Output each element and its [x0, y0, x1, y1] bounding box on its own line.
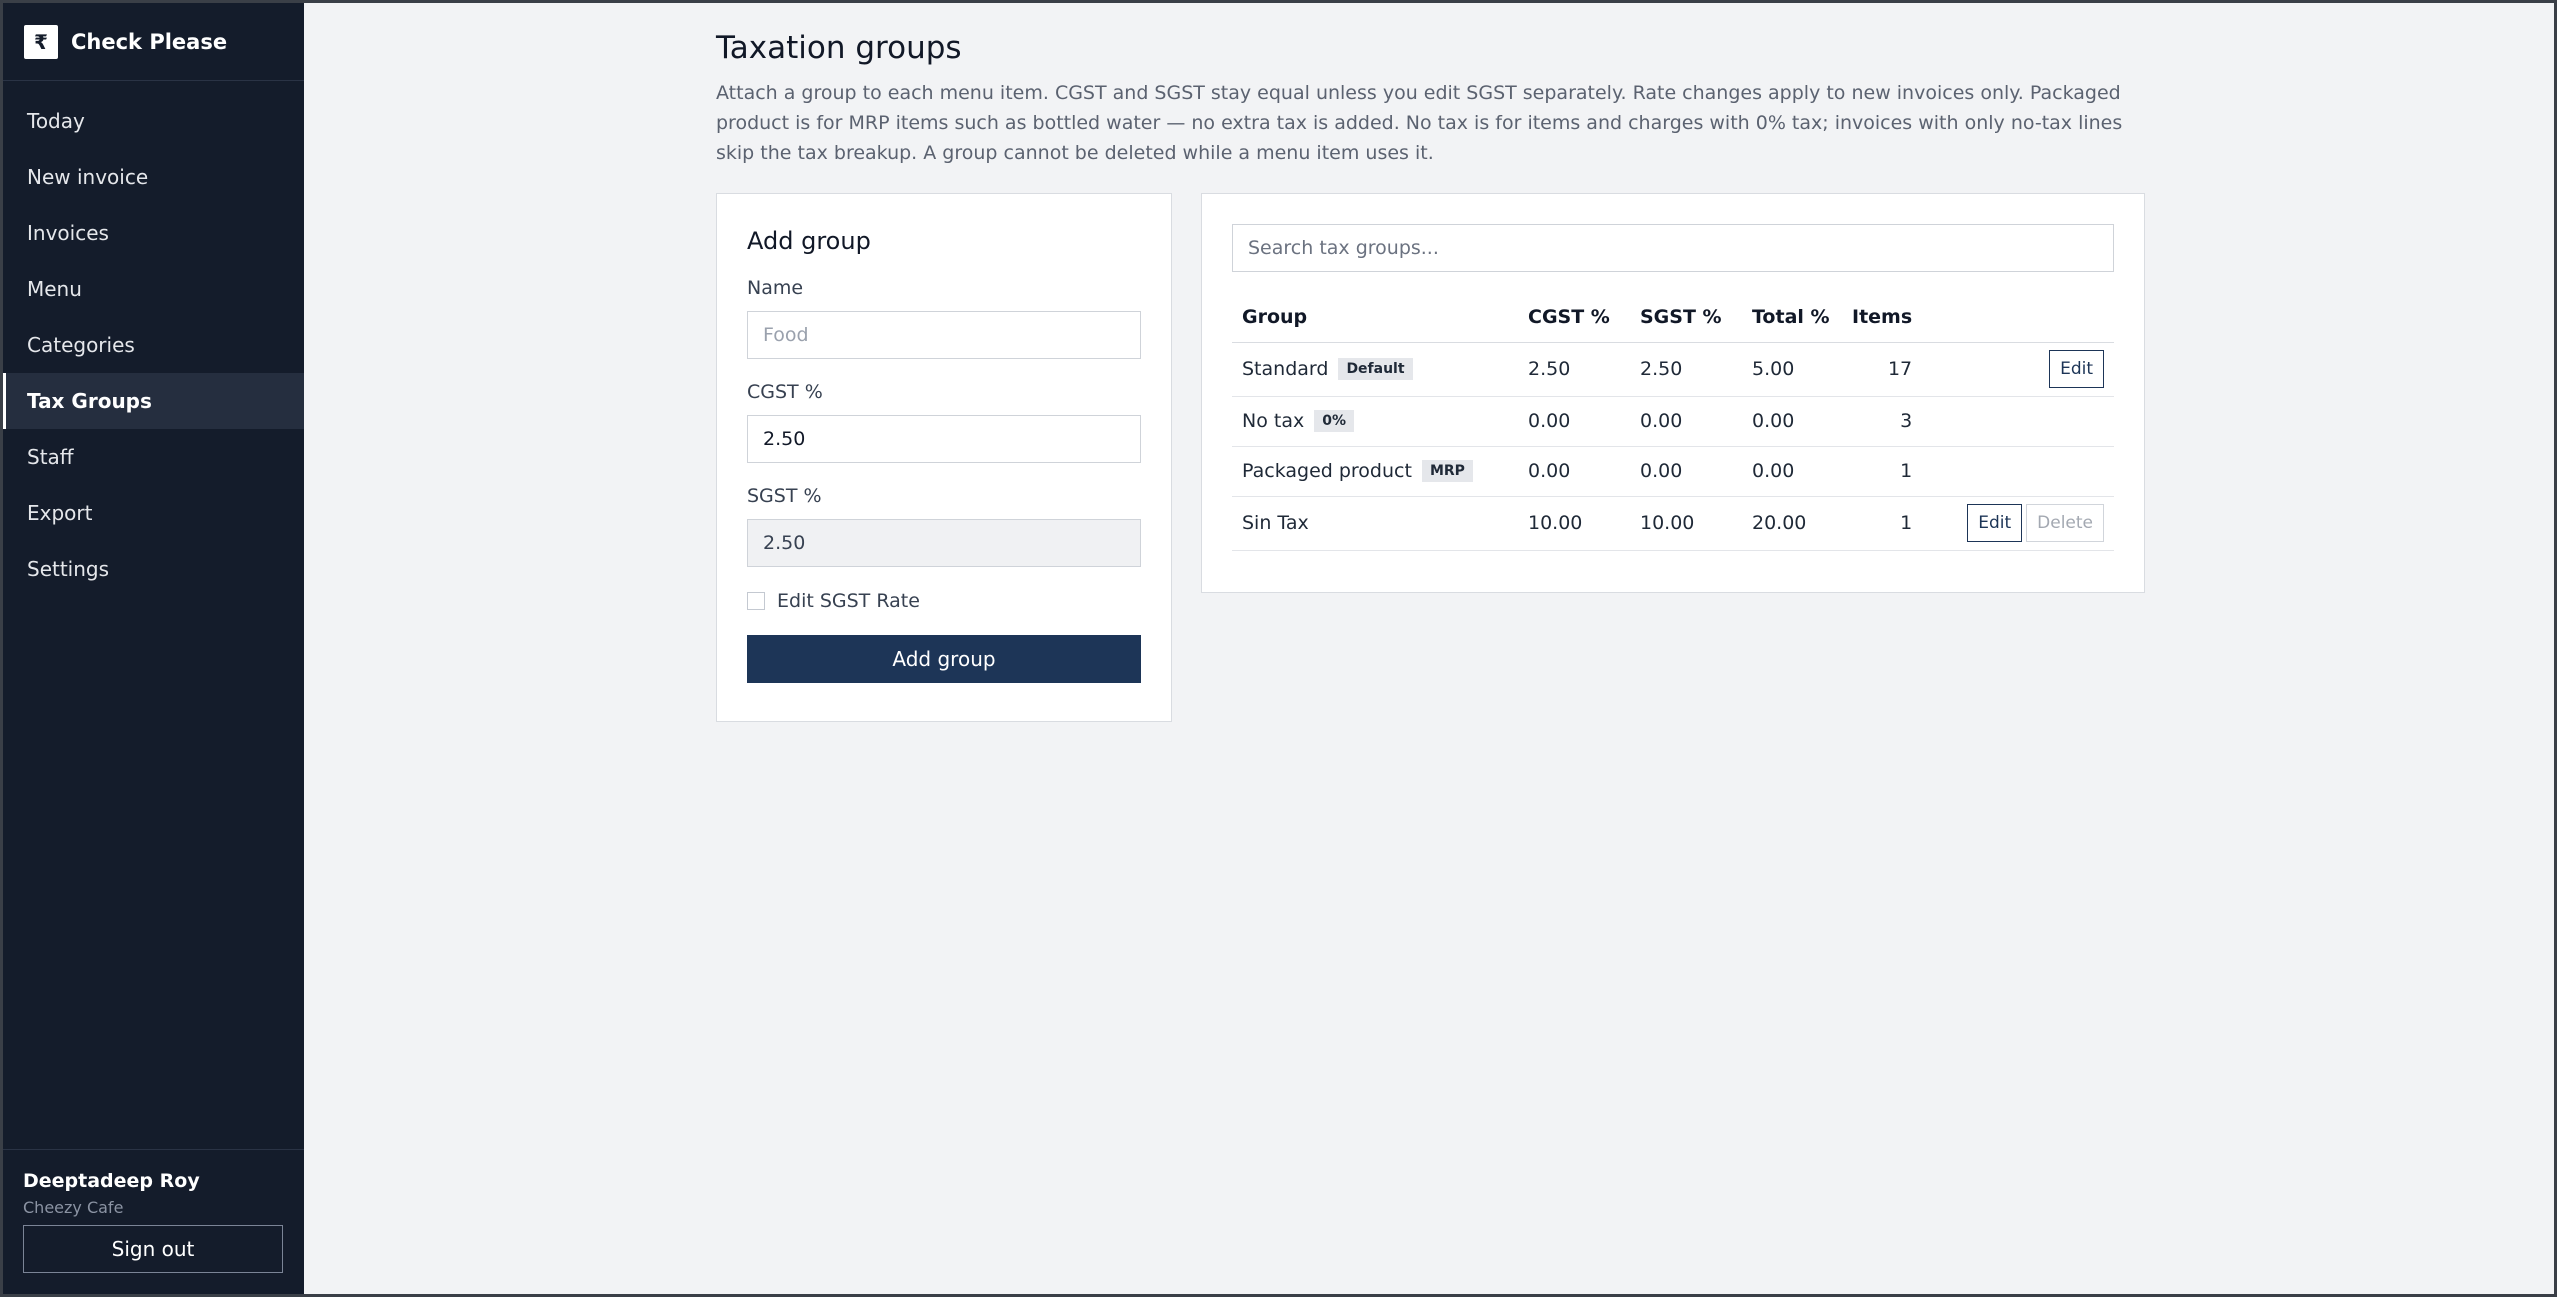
sidebar-item-new-invoice[interactable]: New invoice — [3, 149, 304, 205]
actions-cell — [1922, 396, 2114, 447]
edit-sgst-checkbox[interactable] — [747, 592, 765, 610]
cgst-cell: 0.00 — [1518, 396, 1630, 447]
group-cell: Standard Default — [1232, 342, 1518, 397]
user-name: Deeptadeep Roy — [23, 1170, 200, 1192]
total-cell: 5.00 — [1742, 342, 1842, 397]
app-name: Check Please — [71, 29, 228, 54]
name-input[interactable]: Food — [747, 311, 1141, 359]
total-cell: 0.00 — [1742, 446, 1842, 497]
tax-groups-table: Group CGST % SGST % Total % Items Standa… — [1232, 292, 2114, 551]
header-group: Group — [1232, 292, 1518, 343]
header-total: Total % — [1742, 292, 1842, 343]
actions-cell: Edit — [1922, 342, 2114, 397]
delete-button: Delete — [2026, 504, 2104, 542]
actions-cell — [1922, 446, 2114, 497]
sgst-label: SGST % — [747, 485, 822, 507]
page-header: Taxation groups Attach a group to each m… — [716, 30, 2146, 168]
group-name: Packaged product — [1242, 459, 1412, 482]
table-row: No tax 0% 0.00 0.00 0.00 3 — [1232, 396, 2114, 447]
sgst-cell: 0.00 — [1630, 396, 1742, 447]
cgst-cell: 2.50 — [1518, 342, 1630, 397]
items-cell: 3 — [1842, 396, 1923, 447]
items-cell: 1 — [1842, 446, 1923, 497]
cgst-input[interactable]: 2.50 — [747, 415, 1141, 463]
edit-button[interactable]: Edit — [1967, 504, 2023, 542]
cgst-cell: 10.00 — [1518, 496, 1630, 551]
group-name: Sin Tax — [1242, 512, 1309, 534]
total-cell: 20.00 — [1742, 496, 1842, 551]
sgst-input: 2.50 — [747, 519, 1141, 567]
edit-sgst-label: Edit SGST Rate — [777, 590, 920, 612]
edit-button[interactable]: Edit — [2049, 350, 2104, 388]
add-group-button[interactable]: Add group — [747, 635, 1141, 683]
sidebar-item-menu[interactable]: Menu — [3, 261, 304, 317]
table-row: Packaged product MRP 0.00 0.00 0.00 1 — [1232, 446, 2114, 497]
cgst-cell: 0.00 — [1518, 446, 1630, 497]
sidebar-item-categories[interactable]: Categories — [3, 317, 304, 373]
sidebar-item-staff[interactable]: Staff — [3, 429, 304, 485]
page-title: Taxation groups — [716, 30, 962, 66]
page-description: Attach a group to each menu item. CGST a… — [716, 82, 2123, 164]
header-actions — [1922, 292, 2114, 343]
cgst-label: CGST % — [747, 381, 823, 403]
table-row: Sin Tax 10.00 10.00 20.00 1 Edit Delete — [1232, 496, 2114, 551]
edit-sgst-row[interactable]: Edit SGST Rate — [747, 590, 1141, 612]
group-cell: Sin Tax — [1232, 496, 1518, 551]
rupee-logo-icon: ₹ — [24, 24, 58, 59]
sidebar: ₹ Check Please Today New invoice Invoice… — [3, 3, 304, 1294]
sidebar-item-today[interactable]: Today — [3, 93, 304, 149]
group-cell: No tax 0% — [1232, 396, 1518, 447]
header-cgst: CGST % — [1518, 292, 1630, 343]
group-cell: Packaged product MRP — [1232, 446, 1518, 497]
user-area: Deeptadeep Roy Cheezy Cafe Sign out — [3, 1149, 304, 1294]
search-input[interactable]: Search tax groups... — [1232, 224, 2114, 272]
tax-groups-card: Search tax groups... Group CGST % SGST %… — [1201, 193, 2145, 593]
group-name: Standard — [1242, 357, 1329, 380]
actions-cell: Edit Delete — [1922, 496, 2114, 551]
table-row: Standard Default 2.50 2.50 5.00 17 Edit — [1232, 342, 2114, 397]
brand[interactable]: ₹ Check Please — [3, 3, 304, 81]
add-group-title: Add group — [747, 227, 871, 255]
table-header-row: Group CGST % SGST % Total % Items — [1232, 292, 2114, 343]
sgst-cell: 2.50 — [1630, 342, 1742, 397]
sidebar-nav: Today New invoice Invoices Menu Categori… — [3, 81, 304, 597]
add-group-card: Add group Name Food CGST % 2.50 SGST % 2… — [716, 193, 1172, 722]
sidebar-item-tax-groups[interactable]: Tax Groups — [3, 373, 304, 429]
sidebar-item-export[interactable]: Export — [3, 485, 304, 541]
sgst-cell: 0.00 — [1630, 446, 1742, 497]
default-badge: Default — [1338, 358, 1413, 381]
zero-percent-badge: 0% — [1314, 410, 1354, 433]
sidebar-item-settings[interactable]: Settings — [3, 541, 304, 597]
header-sgst: SGST % — [1630, 292, 1742, 343]
user-organization: Cheezy Cafe — [23, 1198, 124, 1217]
name-label: Name — [747, 277, 804, 299]
items-cell: 17 — [1842, 342, 1923, 397]
mrp-badge: MRP — [1421, 460, 1473, 483]
sign-out-button[interactable]: Sign out — [23, 1225, 283, 1273]
sidebar-item-invoices[interactable]: Invoices — [3, 205, 304, 261]
items-cell: 1 — [1842, 496, 1923, 551]
sgst-cell: 10.00 — [1630, 496, 1742, 551]
total-cell: 0.00 — [1742, 396, 1842, 447]
header-items: Items — [1842, 292, 1923, 343]
group-name: No tax — [1242, 409, 1305, 432]
